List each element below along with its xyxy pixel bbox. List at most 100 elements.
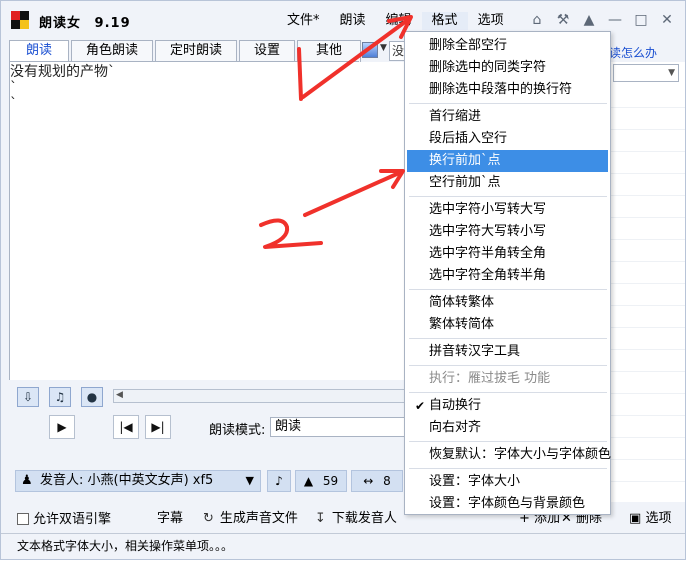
menu-format[interactable]: 格式 <box>421 12 468 30</box>
menu-separator <box>409 289 607 290</box>
open-file-icon[interactable]: ⇩ <box>17 387 39 407</box>
checkmark-icon: ✔ <box>415 399 426 413</box>
title-icons: ⌂ ⚒ ▲ — □ ✕ <box>527 10 677 30</box>
menu-item-dot-before-blank[interactable]: 空行前加`点 <box>407 172 608 194</box>
music-icon[interactable]: ♫ <box>49 387 71 407</box>
menu-item-simp-to-trad[interactable]: 简体转繁体 <box>407 292 608 314</box>
app-logo-icon <box>11 11 29 29</box>
tab-role-read[interactable]: 角色朗读 <box>71 40 153 62</box>
tab-settings[interactable]: 设置 <box>239 40 295 62</box>
menu-separator <box>409 392 607 393</box>
volume-icon: ▲ <box>303 474 314 488</box>
app-name: 朗读女 <box>39 16 82 31</box>
menu-item-insert-blank-after[interactable]: 段后插入空行 <box>407 128 608 150</box>
menu-read[interactable]: 朗读 <box>330 12 376 30</box>
menu-separator <box>409 196 607 197</box>
menu-separator <box>409 338 607 339</box>
tab-strip: 朗读 角色朗读 定时朗读 设置 其他 <box>9 40 363 63</box>
app-window: 朗读女 9.19 文件* 朗读 编辑 格式 选项 ⌂ ⚒ ▲ — □ ✕ 朗读 … <box>0 0 686 560</box>
menu-item-auto-wrap[interactable]: ✔ 自动换行 <box>407 395 608 417</box>
subtitle-label: 字幕 <box>157 511 184 526</box>
speed-value: 8 <box>383 474 391 488</box>
menu-item-pinyin-tool[interactable]: 拼音转汉字工具 <box>407 341 608 363</box>
tab-other[interactable]: 其他 <box>297 40 361 62</box>
menu-item-full-to-half[interactable]: 选中字符全角转半角 <box>407 265 608 287</box>
editor-line: 没有规划的产物` <box>10 64 115 80</box>
next-button[interactable]: ▶| <box>145 415 171 439</box>
speaker-select[interactable]: ♟ 发音人: 小燕(中英文女声) xf5 ▼ <box>15 470 261 492</box>
speed-control[interactable]: ↔ 8 <box>351 470 403 492</box>
download-icon: ↧ <box>315 511 326 526</box>
read-mode-value: 朗读 <box>275 419 302 434</box>
text-editor[interactable]: 没有规划的产物` ` ` <box>9 62 409 380</box>
editor-line: ` <box>10 96 17 112</box>
tab-read[interactable]: 朗读 <box>9 40 69 63</box>
menu-item-restore-defaults[interactable]: 恢复默认：字体大小与字体颜色 <box>407 444 611 466</box>
menu-item-execute-yanguo: 执行：雁过拔毛 功能 <box>429 371 551 386</box>
chevron-down-icon: ▼ <box>245 474 254 487</box>
menu-item-first-line-indent[interactable]: 首行缩进 <box>407 106 608 128</box>
format-menu: 删除全部空行 删除选中的同类字符 删除选中段落中的换行符 首行缩进 段后插入空行… <box>404 31 611 515</box>
read-mode-select[interactable]: 朗读 <box>270 417 408 437</box>
shirt-icon[interactable]: ▲ <box>579 10 599 30</box>
menu-separator <box>409 103 607 104</box>
menu-item-dot-before-linebreak[interactable]: 换行前加`点 <box>407 150 608 172</box>
volume-control[interactable]: ▲ 59 <box>295 470 347 492</box>
menu-item-trad-to-simp[interactable]: 繁体转简体 <box>407 314 608 336</box>
menu-options[interactable]: 选项 <box>468 12 514 30</box>
previous-button[interactable]: |◀ <box>113 415 139 439</box>
voice-wave-icon[interactable]: ♪ <box>267 470 291 492</box>
chevron-down-icon[interactable]: ▼ <box>380 43 387 53</box>
menu-item-half-to-full[interactable]: 选中字符半角转全角 <box>407 243 608 265</box>
home-icon[interactable]: ⌂ <box>527 10 547 30</box>
window-icon: ▣ <box>629 511 642 526</box>
editor-line: ` <box>10 80 17 96</box>
bilingual-label: 允许双语引擎 <box>33 512 112 527</box>
bilingual-checkbox[interactable]: 允许双语引擎 <box>17 508 111 527</box>
person-icon: ♟ <box>21 473 33 488</box>
menu-item-delete-same-chars[interactable]: 删除选中的同类字符 <box>407 57 608 79</box>
speed-icon: ↔ <box>363 474 374 488</box>
menu-separator <box>409 468 607 469</box>
play-button[interactable]: ▶ <box>49 415 75 439</box>
download-speaker-button[interactable]: ↧ 下载发音人 <box>315 507 397 526</box>
menu-edit[interactable]: 编辑 <box>376 12 422 30</box>
right-list-panel <box>609 62 685 502</box>
tab-timed-read[interactable]: 定时朗读 <box>155 40 237 62</box>
menu-item-delete-linebreaks[interactable]: 删除选中段落中的换行符 <box>407 79 608 101</box>
close-icon[interactable]: ✕ <box>657 10 677 30</box>
progress-slider[interactable]: ◀ <box>113 389 409 403</box>
menu-item-delete-blank-lines[interactable]: 删除全部空行 <box>407 35 608 57</box>
loop-icon: ↻ <box>203 511 214 526</box>
download-label: 下载发音人 <box>331 511 397 526</box>
microphone-icon[interactable]: ● <box>81 387 103 407</box>
menu-item-set-font-colors[interactable]: 设置：字体颜色与背景颜色 <box>407 493 608 515</box>
gen-audio-label: 生成声音文件 <box>219 511 298 526</box>
chevron-down-icon: ▼ <box>668 68 675 78</box>
maximize-icon[interactable]: □ <box>631 10 651 30</box>
right-combo-box[interactable]: ▼ <box>613 64 679 82</box>
help-link[interactable]: 读怎么办 <box>609 44 657 61</box>
minimize-icon[interactable]: — <box>605 10 625 30</box>
checkbox-box <box>17 513 29 525</box>
tools-icon[interactable]: ⚒ <box>553 10 573 30</box>
menu-item-upper-to-lower[interactable]: 选中字符大写转小写 <box>407 221 608 243</box>
status-bar: 文本格式字体大小，相关操作菜单项。。。 <box>1 533 685 559</box>
volume-value: 59 <box>322 474 339 488</box>
menu-item-set-font-size[interactable]: 设置：字体大小 <box>407 471 608 493</box>
menu-item-align-right[interactable]: 向右对齐 <box>407 417 608 439</box>
read-mode-label: 朗读模式: <box>209 423 266 438</box>
menu-separator <box>409 441 607 442</box>
app-title: 朗读女 9.19 <box>39 12 131 31</box>
speaker-label: 发音人: 小燕(中英文女声) xf5 <box>40 473 214 488</box>
chevron-left-icon: ◀ <box>116 390 123 400</box>
subtitle-button[interactable]: 字幕 <box>157 507 183 526</box>
menu-file[interactable]: 文件* <box>277 12 330 30</box>
auto-wrap-label: 自动换行 <box>429 398 482 413</box>
generate-audio-button[interactable]: ↻ 生成声音文件 <box>203 507 298 526</box>
menu-bar: 文件* 朗读 编辑 格式 选项 <box>277 12 514 30</box>
options-button[interactable]: ▣ 选项 <box>629 507 671 526</box>
app-version: 9.19 <box>94 16 131 31</box>
menu-item-lower-to-upper[interactable]: 选中字符小写转大写 <box>407 199 608 221</box>
image-icon[interactable] <box>362 42 378 58</box>
